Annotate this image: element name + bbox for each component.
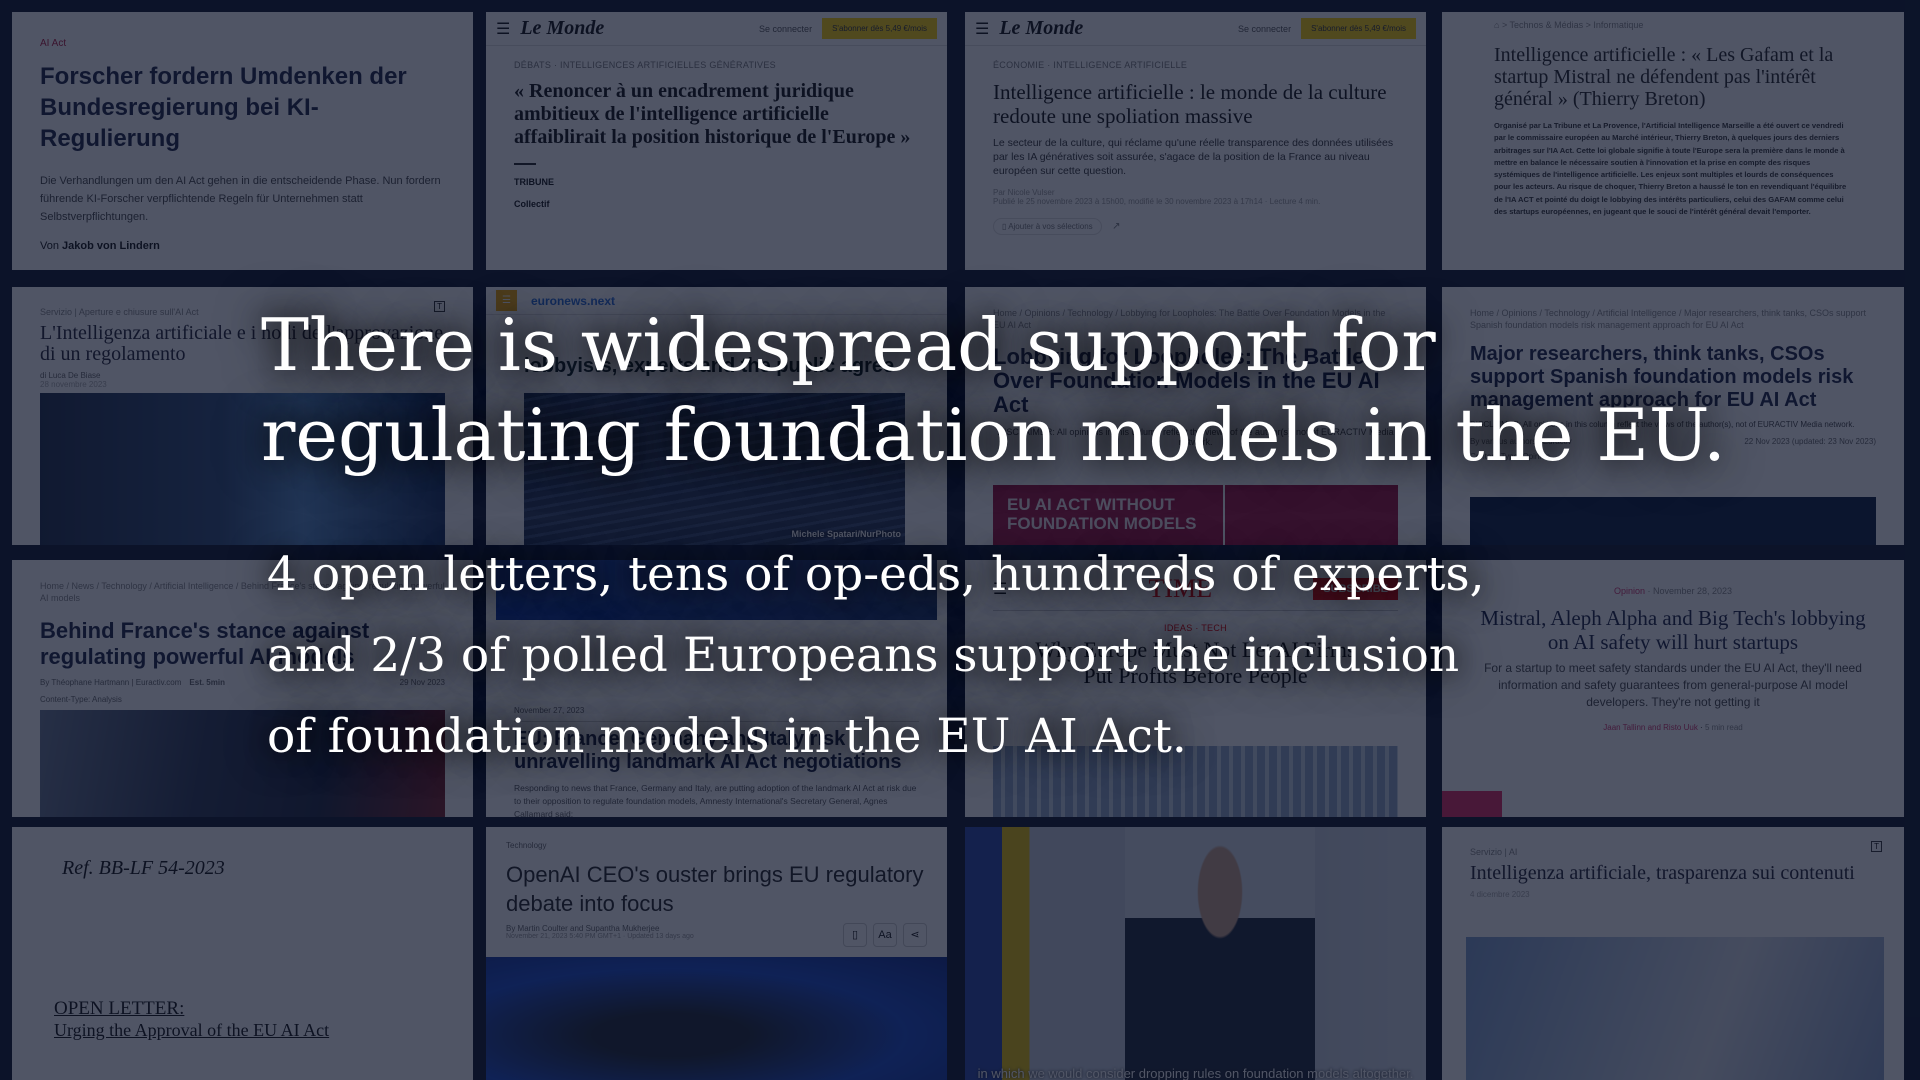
article-title: Intelligenza artificiale, trasparenza su… [1470, 862, 1855, 884]
bookmark-icon[interactable]: ▯ [843, 923, 867, 947]
article-summary: Die Verhandlungen um den AI Act gehen in… [40, 175, 441, 223]
article-tag: AI Act [40, 38, 67, 49]
authors: Jaan Tallinn and Risto Uuk [1603, 723, 1698, 732]
publish-date: Publié le 25 novembre 2023 à 15h00, modi… [993, 197, 1321, 206]
save-label: Ajouter à vos sélections [1008, 222, 1093, 231]
login-link[interactable]: Se connecter [1238, 24, 1291, 34]
breadcrumb: ⌂ > Technos & Médias > Informatique [1494, 20, 1644, 30]
date: November 28, 2023 [1652, 586, 1733, 596]
article-card-heise[interactable]: AI Act Forscher fordern Umdenken der Bun… [12, 12, 473, 270]
read-time: Est. 5min [189, 678, 225, 687]
divider [514, 163, 536, 165]
kicker: Opinion [1613, 586, 1645, 596]
article-title: Mistral, Aleph Alpha and Big Tech's lobb… [1480, 606, 1866, 654]
article-card-reuters[interactable]: Technology OpenAI CEO's ouster brings EU… [486, 827, 947, 1080]
author: Jakob von Lindern [62, 240, 160, 252]
read-time: 5 min read [1704, 723, 1743, 732]
decorative-graphic [1442, 791, 1904, 817]
breadcrumb: Servizio | AI [1470, 847, 1518, 857]
headline-line-1: There is widespread support for [261, 303, 1436, 387]
article-title: Forscher fordern Umdenken der Bundesregi… [40, 63, 407, 152]
article-kicker: DÉBATS · INTELLIGENCES ARTIFICIELLES GÉN… [514, 60, 776, 70]
article-card-sifted[interactable]: Opinion · November 28, 2023 Mistral, Ale… [1442, 560, 1904, 817]
subheadline-line-3: of foundation models in the EU AI Act. [267, 709, 1187, 764]
author: Collectif [514, 199, 550, 209]
menu-icon[interactable]: ☰ [496, 19, 510, 39]
article-summary: For a startup to meet safety standards u… [1484, 661, 1862, 709]
kicker: Technology [506, 841, 547, 850]
article-title: « Renoncer à un encadrement juridique am… [514, 80, 911, 148]
article-title: OpenAI CEO's ouster brings EU regulatory… [506, 862, 924, 916]
headline: There is widespread support for regulati… [261, 300, 1726, 480]
open-letter-card[interactable]: Ref. BB-LF 54-2023 OPEN LETTER: Urging t… [12, 827, 473, 1080]
article-card-ilsole24ore-ai[interactable]: Servizio | AI T Intelligenza artificiale… [1442, 827, 1904, 1080]
sam-altman-image [486, 957, 947, 1080]
article-card-latribune[interactable]: ⌂ > Technos & Médias > Informatique Inte… [1442, 12, 1904, 270]
video-still-parliament[interactable]: in which we would consider dropping rule… [965, 827, 1426, 1080]
breadcrumb-path: Technos & Médias > Informatique [1509, 20, 1644, 30]
subscribe-button[interactable]: S'abonner dès 5,49 €/mois [822, 18, 937, 39]
date: 4 dicembre 2023 [1470, 890, 1530, 899]
lemonde-header: ☰ Le Monde Se connecter S'abonner dès 5,… [486, 12, 947, 46]
save-button[interactable]: ▯ Ajouter à vos sélections [993, 218, 1102, 235]
article-kicker: ÉCONOMIE · INTELLIGENCE ARTIFICIELLE [993, 60, 1188, 70]
letter-heading: OPEN LETTER: [54, 998, 185, 1019]
headline-line-2: regulating foundation models in the EU. [261, 393, 1726, 477]
share-icon[interactable]: ⋖ [903, 923, 927, 947]
lemonde-header: ☰ Le Monde Se connecter S'abonner dès 5,… [965, 12, 1426, 46]
article-type: TRIBUNE [514, 177, 554, 187]
byline-prefix: Von [40, 240, 59, 252]
home-icon[interactable]: ⌂ [1494, 20, 1499, 30]
article-title: Intelligence artificielle : « Les Gafam … [1494, 44, 1834, 110]
article-image [1470, 497, 1876, 545]
article-title: Intelligence artificielle : le monde de … [993, 80, 1387, 128]
article-tools: ▯ Aa ⋖ [837, 923, 927, 947]
byline: Von Jakob von Lindern [40, 240, 445, 252]
menu-icon[interactable]: ☰ [975, 19, 989, 39]
subscribe-button[interactable]: S'abonner dès 5,49 €/mois [1301, 18, 1416, 39]
meta: Opinion · November 28, 2023 [1613, 586, 1733, 596]
lemonde-logo: Le Monde [999, 17, 1084, 39]
robot-hand-image [1466, 937, 1884, 1080]
date: 22 Nov 2023 (updated: 23 Nov 2023) [1744, 437, 1876, 446]
author: By Théophane Hartmann | Euractiv.com [40, 678, 182, 687]
speaker-image [1125, 827, 1315, 1080]
byline: Jaan Tallinn and Risto Uuk · 5 min read [1603, 723, 1743, 732]
lemonde-logo: Le Monde [520, 17, 605, 39]
letter-title: Urging the Approval of the EU AI Act [54, 1020, 330, 1040]
share-icon[interactable]: ↗ [1112, 221, 1120, 232]
article-summary: Le secteur de la culture, qui réclame qu… [993, 137, 1394, 177]
author: Par Nicole Vulser [993, 188, 1055, 197]
t-icon: T [1871, 841, 1882, 852]
article-body: Organisé par La Tribune et La Provence, … [1494, 121, 1847, 217]
article-card-lemonde-culture[interactable]: ☰ Le Monde Se connecter S'abonner dès 5,… [965, 12, 1426, 270]
subheadline-line-2: and 2/3 of polled Europeans support the … [267, 628, 1460, 683]
letter-reference: Ref. BB-LF 54-2023 [62, 857, 225, 879]
video-caption: in which we would consider dropping rule… [977, 1066, 1414, 1080]
article-card-lemonde-tribune[interactable]: ☰ Le Monde Se connecter S'abonner dès 5,… [486, 12, 947, 270]
login-link[interactable]: Se connecter [759, 24, 812, 34]
text-size-button[interactable]: Aa [873, 923, 897, 947]
subheadline-line-1: 4 open letters, tens of op-eds, hundreds… [267, 547, 1485, 602]
article-summary: Responding to news that France, Germany … [514, 783, 917, 817]
subheadline: 4 open letters, tens of op-eds, hundreds… [267, 534, 1485, 777]
